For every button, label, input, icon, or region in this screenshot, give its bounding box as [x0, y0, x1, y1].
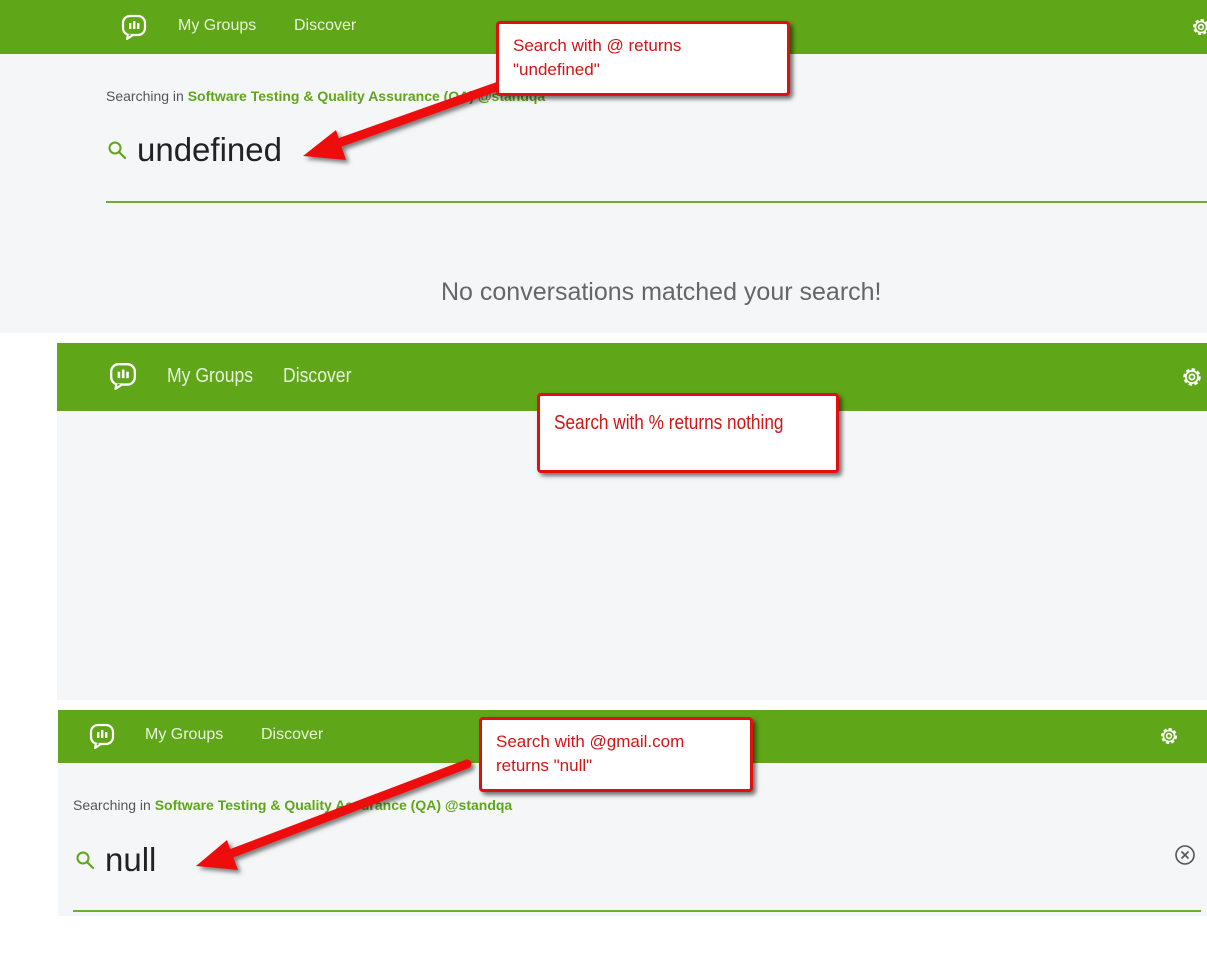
search-icon [107, 140, 127, 160]
search-context-group[interactable]: Software Testing & Quality Assurance (QA… [188, 88, 546, 104]
search-context: Searching in Software Testing & Quality … [106, 88, 545, 104]
search-context-prefix: Searching in [106, 88, 184, 104]
nav-discover[interactable]: Discover [283, 365, 351, 388]
nav-my-groups[interactable]: My Groups [178, 17, 256, 35]
gear-icon[interactable] [1158, 725, 1180, 752]
chat-logo-icon[interactable] [109, 362, 137, 390]
nav-my-groups[interactable]: My Groups [145, 726, 223, 744]
search-query-row: undefined [107, 130, 282, 170]
callout-line: Search with @ returns [513, 36, 682, 55]
search-context-group[interactable]: Software Testing & Quality Assurance (QA… [155, 797, 513, 813]
callout-line: Search with @gmail.com [496, 732, 685, 751]
empty-state-message: No conversations matched your search! [441, 278, 882, 306]
search-context-prefix: Searching in [73, 797, 151, 813]
gear-icon[interactable] [1180, 365, 1204, 394]
nav-discover[interactable]: Discover [261, 726, 323, 744]
search-underline [106, 201, 1207, 203]
search-underline [73, 910, 1201, 912]
clear-icon[interactable] [1174, 844, 1196, 871]
search-icon [75, 850, 95, 870]
nav-discover[interactable]: Discover [294, 17, 356, 35]
chat-logo-icon[interactable] [89, 723, 115, 749]
callout-undefined: Search with @ returns "undefined" [496, 21, 790, 96]
callout-null: Search with @gmail.com returns "null" [479, 717, 753, 792]
search-query-input[interactable]: null [105, 841, 156, 879]
search-query-row: null [75, 840, 156, 880]
nav-my-groups[interactable]: My Groups [167, 365, 253, 388]
callout-percent: Search with % returns nothing [537, 393, 839, 473]
callout-line: Search with % returns nothing [554, 412, 784, 434]
gear-icon[interactable] [1190, 16, 1207, 43]
search-query-input[interactable]: undefined [137, 131, 282, 169]
callout-line: "undefined" [513, 60, 600, 79]
search-context: Searching in Software Testing & Quality … [73, 797, 512, 813]
chat-logo-icon[interactable] [121, 14, 147, 40]
callout-line: returns "null" [496, 756, 593, 775]
